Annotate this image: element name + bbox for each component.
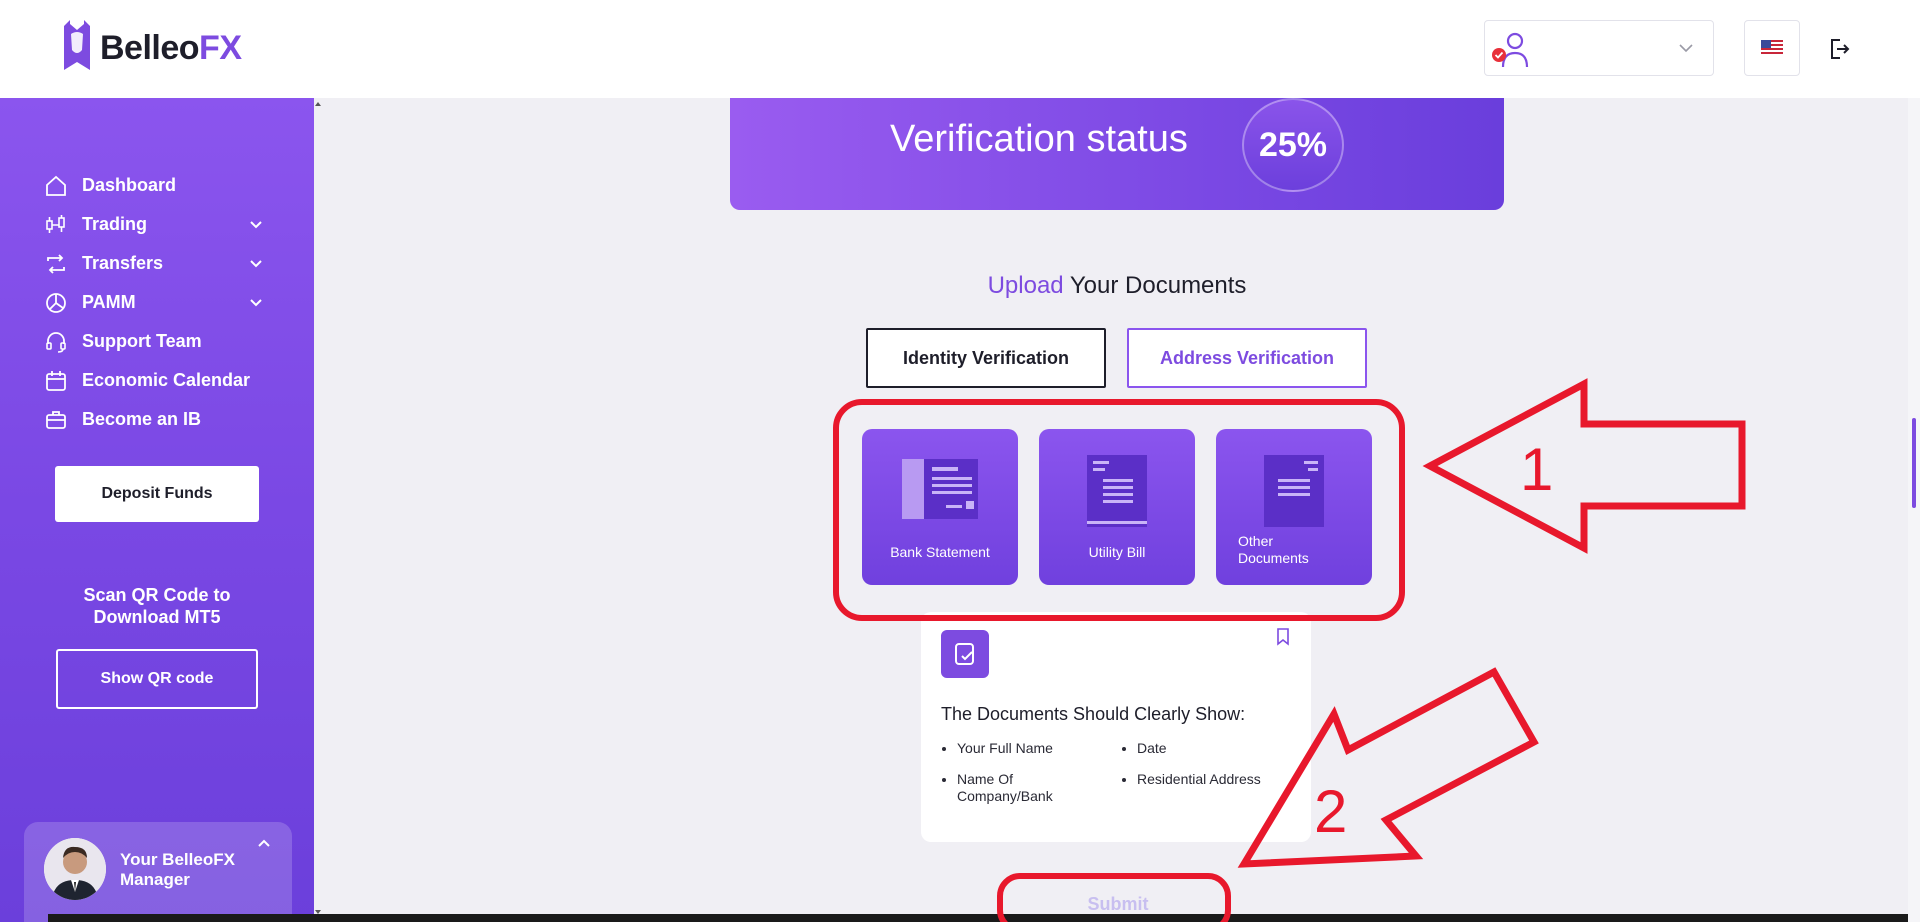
utility-bill-icon bbox=[1087, 455, 1147, 527]
user-menu-dropdown[interactable] bbox=[1484, 20, 1714, 76]
chevron-down-icon bbox=[250, 221, 262, 229]
verification-progress-badge: 25% bbox=[1242, 98, 1344, 192]
bull-logo-icon bbox=[64, 20, 90, 70]
bank-statement-icon bbox=[902, 459, 978, 519]
sidebar-item-support-team[interactable]: Support Team bbox=[44, 322, 264, 361]
chevron-down-icon bbox=[250, 260, 262, 268]
list-item: Your Full Name bbox=[957, 740, 1111, 757]
manager-avatar bbox=[44, 838, 106, 900]
sidebar-item-label: Become an IB bbox=[82, 409, 202, 429]
sidebar-nav: Dashboard Trading Transfers PAMM Support… bbox=[44, 166, 264, 439]
sidebar-item-label: Support Team bbox=[82, 331, 202, 351]
us-flag-icon bbox=[1761, 40, 1783, 56]
tab-address-verification[interactable]: Address Verification bbox=[1127, 328, 1367, 388]
sidebar: Dashboard Trading Transfers PAMM Support… bbox=[0, 98, 314, 922]
list-item: Name Of Company/Bank bbox=[957, 771, 1111, 805]
doc-type-bank-statement[interactable]: Bank Statement bbox=[862, 429, 1018, 585]
calendar-icon bbox=[46, 370, 66, 391]
requirements-list-left: Your Full Name Name Of Company/Bank bbox=[941, 740, 1111, 819]
candlestick-icon bbox=[46, 214, 65, 233]
list-item: Residential Address bbox=[1137, 771, 1301, 788]
chevron-down-icon bbox=[250, 299, 262, 307]
manager-photo-icon bbox=[44, 838, 106, 900]
upload-documents-title: Upload Your Documents bbox=[987, 272, 1247, 299]
transfer-icon bbox=[47, 253, 65, 274]
list-item: Date bbox=[1137, 740, 1301, 757]
briefcase-icon bbox=[46, 410, 66, 429]
sidebar-item-pamm[interactable]: PAMM bbox=[44, 283, 264, 322]
sidebar-item-label: Dashboard bbox=[82, 175, 177, 195]
pie-chart-icon bbox=[46, 292, 66, 313]
sidebar-item-economic-calendar[interactable]: Economic Calendar bbox=[44, 361, 264, 400]
tab-identity-verification[interactable]: Identity Verification bbox=[866, 328, 1106, 388]
brand-name: BelleoFX bbox=[100, 28, 242, 67]
requirements-title: The Documents Should Clearly Show: bbox=[941, 704, 1246, 724]
document-check-icon bbox=[941, 630, 989, 678]
sidebar-item-transfers[interactable]: Transfers bbox=[44, 244, 264, 283]
home-icon bbox=[46, 175, 66, 196]
sidebar-item-become-ib[interactable]: Become an IB bbox=[44, 400, 264, 439]
sidebar-item-trading[interactable]: Trading bbox=[44, 205, 264, 244]
scroll-up-icon[interactable] bbox=[314, 98, 322, 922]
doc-type-utility-bill[interactable]: Utility Bill bbox=[1039, 429, 1195, 585]
manager-label: Your BelleoFX Manager bbox=[120, 850, 235, 889]
user-verified-icon bbox=[1492, 32, 1529, 68]
doc-type-label: Utility Bill bbox=[1088, 544, 1146, 560]
page-scrollbar[interactable] bbox=[1908, 98, 1920, 922]
verification-status-banner: Verification status 25% bbox=[730, 98, 1504, 210]
chevron-up-icon[interactable] bbox=[256, 836, 272, 852]
deposit-funds-button[interactable]: Deposit Funds bbox=[55, 466, 259, 522]
sidebar-item-dashboard[interactable]: Dashboard bbox=[44, 166, 264, 205]
doc-type-label: Bank Statement bbox=[890, 544, 990, 560]
requirements-list-right: Date Residential Address bbox=[1121, 740, 1301, 802]
chevron-down-icon bbox=[1679, 44, 1693, 53]
sidebar-item-label: Trading bbox=[82, 214, 148, 234]
scrollbar-thumb[interactable] bbox=[1912, 418, 1916, 508]
bookmark-icon[interactable] bbox=[1275, 628, 1291, 646]
manager-card[interactable]: Your BelleoFX Manager bbox=[24, 822, 292, 922]
language-selector[interactable] bbox=[1744, 20, 1800, 76]
sidebar-item-label: PAMM bbox=[82, 292, 136, 312]
logout-icon[interactable] bbox=[1826, 36, 1852, 62]
sidebar-item-label: Economic Calendar bbox=[82, 370, 251, 390]
document-requirements-card: The Documents Should Clearly Show: Your … bbox=[921, 612, 1311, 842]
top-header: BelleoFX bbox=[0, 0, 1920, 98]
other-documents-icon bbox=[1264, 455, 1324, 527]
sidebar-item-label: Transfers bbox=[82, 253, 164, 273]
verification-status-title: Verification status bbox=[890, 118, 1188, 160]
scan-qr-text: Scan QR Code to Download MT5 bbox=[83, 585, 231, 627]
bottom-bar bbox=[48, 914, 1908, 922]
doc-type-label: Other Documents bbox=[1238, 533, 1309, 566]
doc-type-other-documents[interactable]: Other Documents bbox=[1216, 429, 1372, 585]
brand-logo[interactable]: BelleoFX bbox=[62, 20, 242, 76]
headset-icon bbox=[46, 331, 66, 353]
show-qr-code-button[interactable]: Show QR code bbox=[56, 649, 258, 709]
